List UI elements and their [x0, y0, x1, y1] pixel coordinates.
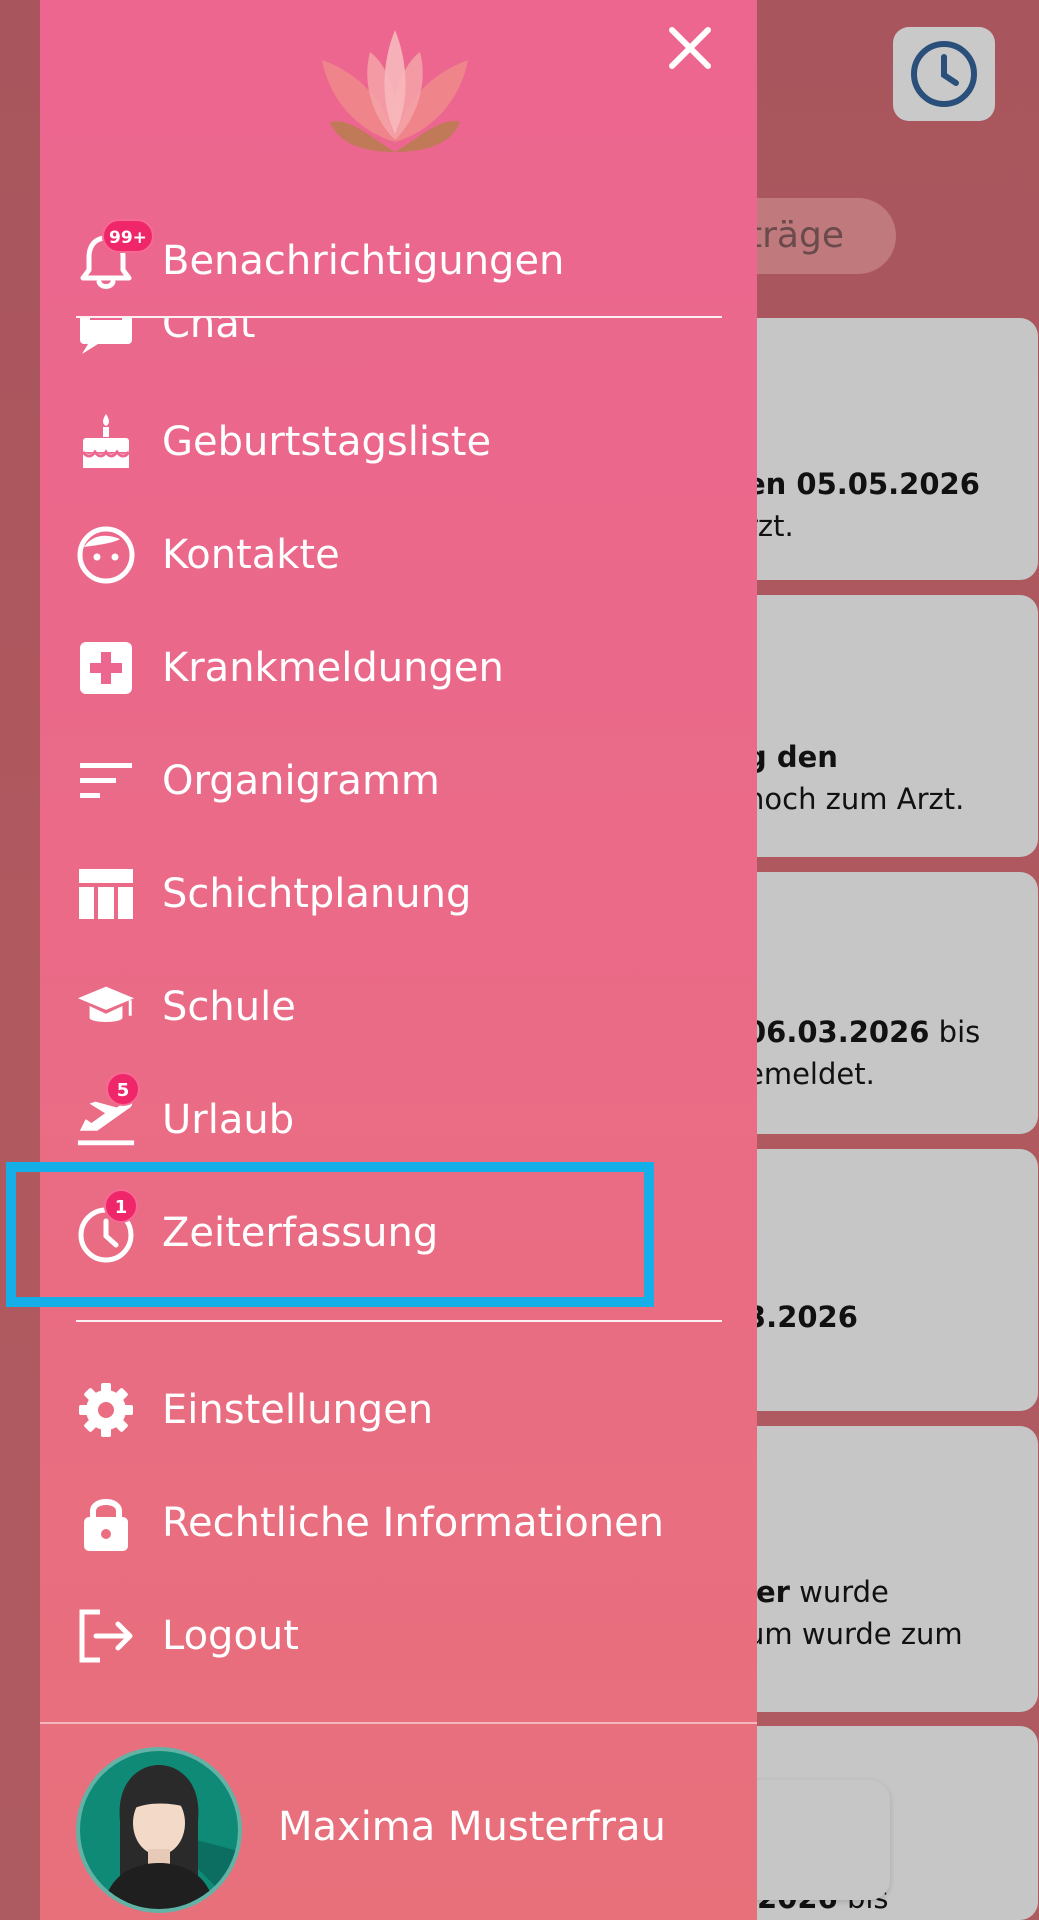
menu-item-einstellungen[interactable]: Einstellungen	[40, 1360, 757, 1460]
menu-item-label: Organigramm	[162, 758, 440, 804]
menu-item-label: Schule	[162, 984, 296, 1030]
list-card[interactable]: ler wurde um wurde zum	[720, 1426, 1038, 1712]
menu-item-label: Schichtplanung	[162, 871, 472, 917]
menu-item-label: Logout	[162, 1613, 299, 1659]
menu-item-label: Geburtstagsliste	[162, 419, 492, 465]
menu-item-schichtplanung[interactable]: Schichtplanung	[40, 844, 757, 944]
divider	[76, 1320, 722, 1322]
menu-item-label: Krankmeldungen	[162, 645, 504, 691]
vacation-badge: 5	[106, 1072, 140, 1106]
navigation-drawer: 99+ Benachrichtigungen Chat Geburtstagsl…	[40, 0, 757, 1920]
card-text: um wurde zum	[746, 1617, 963, 1651]
close-icon	[669, 27, 711, 69]
card-text: emeldet.	[746, 1057, 875, 1091]
face-icon	[76, 525, 136, 585]
menu-item-geburtstagsliste[interactable]: Geburtstagsliste	[40, 392, 757, 492]
card-bold-tail: bis	[929, 1015, 981, 1049]
time-tracking-button[interactable]	[893, 27, 995, 121]
table-icon	[76, 864, 136, 924]
list-card[interactable]: 06.03.2026 bis emeldet.	[720, 872, 1038, 1134]
list-card[interactable]: 3.2026	[720, 1149, 1038, 1411]
chat-icon	[76, 318, 136, 356]
menu-item-urlaub[interactable]: 5 Urlaub	[40, 1070, 757, 1170]
divider	[40, 1722, 757, 1724]
menu-item-label: Rechtliche Informationen	[162, 1500, 665, 1546]
card-bold: 06.03.2026	[746, 1015, 930, 1049]
notification-badge: 99+	[102, 219, 154, 253]
card-bold: en 05.05.2026	[746, 467, 980, 501]
card-bold: g den	[746, 740, 838, 774]
menu-item-label: Chat	[162, 318, 256, 347]
filter-chip-label: träge	[748, 215, 844, 256]
menu-item-logout[interactable]: Logout	[40, 1586, 757, 1686]
sort-lines-icon	[76, 751, 136, 811]
user-profile[interactable]: Maxima Musterfrau	[40, 1725, 757, 1920]
menu-item-benachrichtigungen[interactable]: 99+ Benachrichtigungen	[40, 211, 757, 311]
menu-item-chat[interactable]: Chat	[40, 318, 757, 360]
menu-item-label: Kontakte	[162, 532, 340, 578]
list-card[interactable]: en 05.05.2026 rzt.	[720, 318, 1038, 580]
graduation-cap-icon	[76, 977, 136, 1037]
lock-icon	[76, 1493, 136, 1553]
menu-item-rechtliche-informationen[interactable]: Rechtliche Informationen	[40, 1473, 757, 1573]
clock-icon	[911, 41, 977, 107]
card-bold: 3.2026	[746, 1300, 858, 1334]
menu-item-kontakte[interactable]: Kontakte	[40, 505, 757, 605]
menu-item-label: Urlaub	[162, 1097, 295, 1143]
list-card[interactable]: g den noch zum Arzt.	[720, 595, 1038, 857]
highlight-box	[6, 1162, 654, 1307]
lotus-logo	[322, 30, 468, 152]
card-bold-tail: wurde	[789, 1575, 889, 1609]
card-text: noch zum Arzt.	[746, 782, 965, 816]
logout-icon	[76, 1606, 136, 1666]
user-name: Maxima Musterfrau	[278, 1804, 666, 1850]
cake-icon	[76, 412, 136, 472]
gear-icon	[76, 1380, 136, 1440]
menu-item-label: Einstellungen	[162, 1387, 434, 1433]
menu-item-krankmeldungen[interactable]: Krankmeldungen	[40, 618, 757, 718]
menu-item-organigramm[interactable]: Organigramm	[40, 731, 757, 831]
close-button[interactable]	[660, 18, 720, 78]
avatar	[76, 1747, 242, 1913]
menu-item-schule[interactable]: Schule	[40, 957, 757, 1057]
menu-item-label: Benachrichtigungen	[162, 238, 565, 284]
medical-cross-icon	[76, 638, 136, 698]
